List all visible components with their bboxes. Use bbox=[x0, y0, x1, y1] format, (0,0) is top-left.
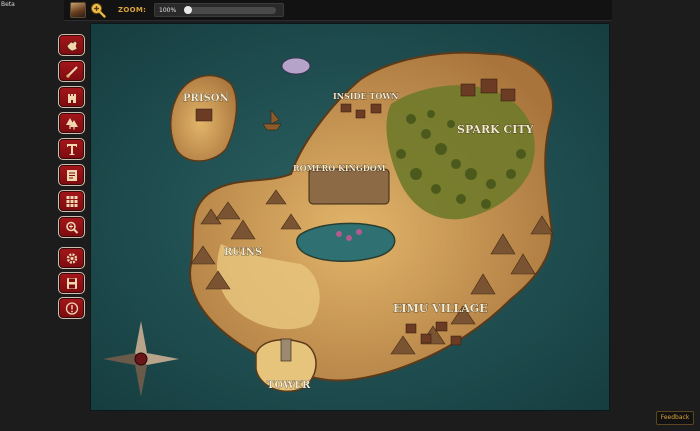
inner-lake bbox=[296, 222, 396, 263]
tree-icon bbox=[66, 118, 78, 130]
text-t-icon bbox=[67, 144, 77, 155]
character-portrait-icon[interactable] bbox=[70, 2, 86, 18]
map-label-ruins: RUINS bbox=[224, 247, 262, 258]
magnifier-icon bbox=[66, 221, 79, 234]
prison-building bbox=[195, 108, 213, 122]
zoom-control: 100% bbox=[154, 3, 284, 17]
map-editor-app: Beta ZOOM: 100% PRISON INSIDE TOWN SPARK… bbox=[0, 0, 700, 431]
exclamation-icon bbox=[65, 302, 79, 315]
zoom-slider-thumb[interactable] bbox=[184, 6, 192, 14]
zoom-value: 100% bbox=[159, 7, 177, 14]
grid-tool-button[interactable] bbox=[58, 190, 85, 212]
brush-tool-button[interactable] bbox=[58, 60, 85, 82]
map-label-tower: TOWER bbox=[267, 380, 311, 391]
notes-tool-button[interactable] bbox=[58, 164, 85, 186]
map-canvas[interactable]: PRISON INSIDE TOWN SPARK CITY ROMERO KIN… bbox=[90, 23, 610, 411]
gear-icon bbox=[66, 253, 78, 264]
zoom-slider-track[interactable] bbox=[184, 7, 276, 14]
map-label-prison: PRISON bbox=[183, 93, 229, 104]
tower-structure bbox=[280, 338, 292, 362]
feedback-button[interactable]: Feedback bbox=[656, 411, 694, 425]
zoom-label: ZOOM: bbox=[118, 6, 147, 14]
info-button[interactable] bbox=[58, 297, 85, 319]
tree-tool-button[interactable] bbox=[58, 112, 85, 134]
zoom-tool-button[interactable] bbox=[58, 216, 85, 238]
notes-icon bbox=[67, 170, 77, 181]
beta-badge: Beta bbox=[1, 1, 15, 8]
text-tool-button[interactable] bbox=[58, 138, 85, 160]
map-label-inside-town: INSIDE TOWN bbox=[333, 91, 399, 101]
kingdom-walls bbox=[308, 168, 390, 205]
brush-icon bbox=[66, 66, 78, 78]
hand-pointer-icon bbox=[66, 40, 78, 52]
save-button[interactable] bbox=[58, 272, 85, 294]
hand-tool-button[interactable] bbox=[58, 34, 85, 56]
sea-monster bbox=[281, 57, 311, 75]
map-label-spark-city: SPARK CITY bbox=[457, 123, 534, 136]
tower-building-icon bbox=[68, 94, 76, 103]
grid-icon bbox=[66, 196, 78, 207]
map-label-romero-kingdom: ROMERO KINGDOM bbox=[293, 163, 386, 173]
floppy-disk-icon bbox=[67, 278, 77, 289]
settings-button[interactable] bbox=[58, 247, 85, 269]
map-label-eimu-village: EIMU VILLAGE bbox=[393, 302, 488, 315]
building-tool-button[interactable] bbox=[58, 86, 85, 108]
zoom-in-icon[interactable] bbox=[90, 2, 106, 18]
